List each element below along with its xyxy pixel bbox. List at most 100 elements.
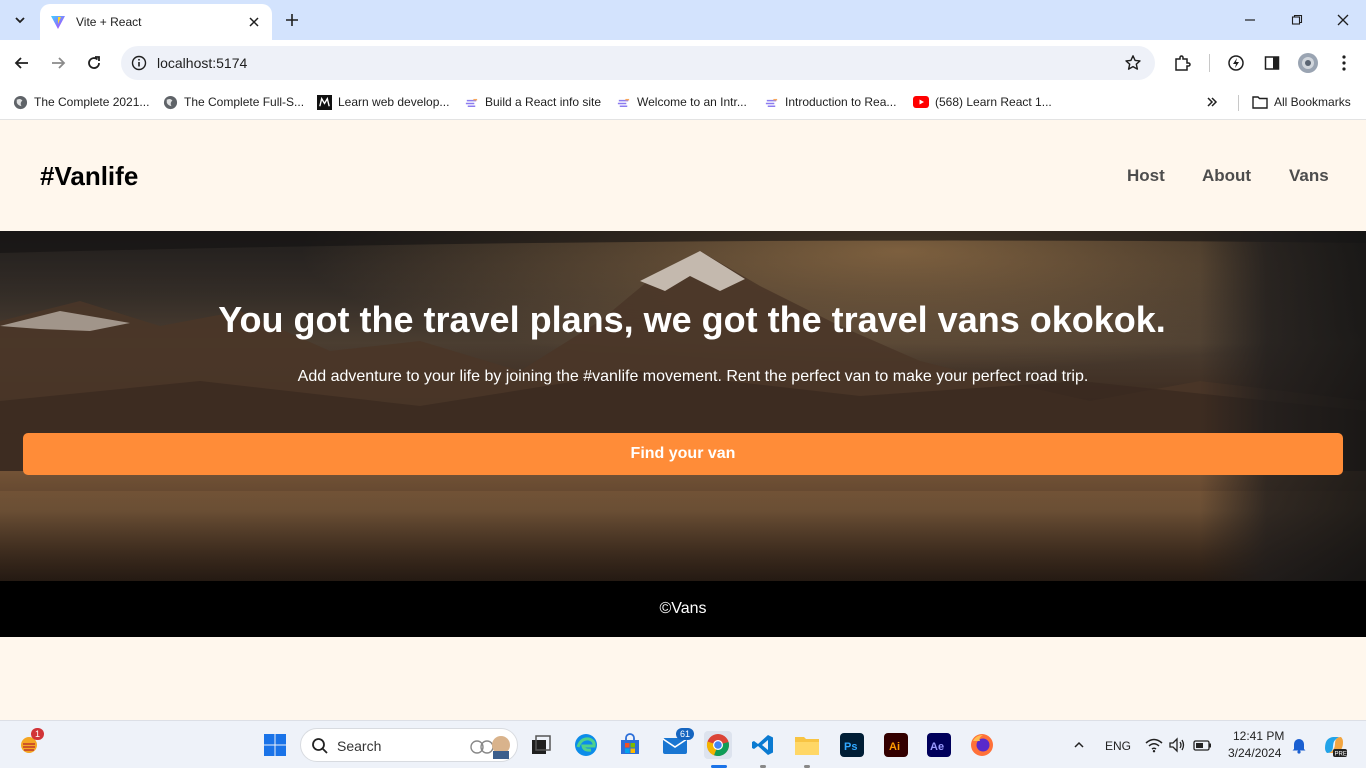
battery-icon	[1193, 740, 1211, 751]
scrimba-icon	[463, 94, 479, 110]
mail-count-badge: 61	[676, 728, 695, 740]
svg-text:PRE: PRE	[1335, 752, 1347, 758]
bell-icon	[1292, 739, 1306, 754]
chrome-app[interactable]	[704, 731, 732, 759]
globe-icon	[12, 94, 28, 110]
clock-time[interactable]: 12:41 PM	[1233, 729, 1284, 743]
side-panel-icon	[1264, 56, 1280, 70]
close-tab-icon[interactable]	[246, 14, 262, 30]
more-bookmarks-button[interactable]	[1204, 92, 1226, 112]
performance-button[interactable]	[1222, 49, 1250, 77]
tab-search-button[interactable]	[6, 7, 34, 33]
taskbar-search-box[interactable]: Search	[300, 728, 518, 762]
all-bookmarks-button[interactable]: All Bookmarks	[1252, 92, 1351, 112]
address-bar[interactable]: localhost:5174	[121, 46, 1155, 80]
minimize-button[interactable]	[1238, 8, 1262, 32]
menu-button[interactable]	[1330, 49, 1358, 77]
bookmark-item[interactable]: Build a React info site	[463, 92, 601, 112]
chevron-down-icon	[15, 17, 25, 24]
youtube-icon	[913, 94, 929, 110]
footer-text: ©Vans	[659, 600, 707, 617]
windows-logo-icon	[264, 734, 286, 756]
browser-tab[interactable]: Vite + React	[40, 4, 272, 40]
restore-button[interactable]	[1285, 8, 1309, 32]
bookmark-star-icon[interactable]	[1123, 53, 1143, 73]
all-bookmarks-label: All Bookmarks	[1274, 95, 1351, 109]
vscode-app[interactable]	[749, 731, 777, 759]
site-logo[interactable]: #Vanlife	[40, 161, 138, 192]
weather-notification-badge: 1	[31, 728, 45, 740]
task-view-button[interactable]	[527, 731, 555, 759]
close-window-button[interactable]	[1331, 8, 1355, 32]
bookmark-item[interactable]: The Complete 2021...	[12, 92, 149, 112]
close-icon	[1337, 14, 1349, 26]
forward-button[interactable]	[44, 49, 72, 77]
store-app[interactable]	[616, 731, 644, 759]
site-info-icon[interactable]	[129, 53, 149, 73]
bookmark-label: Welcome to an Intr...	[637, 95, 747, 109]
bookmark-item[interactable]: The Complete Full-S...	[162, 92, 304, 112]
nav-link-about[interactable]: About	[1202, 166, 1251, 186]
new-tab-button[interactable]	[280, 8, 304, 32]
plus-icon	[286, 14, 298, 26]
m-logo-icon	[316, 94, 332, 110]
more-vertical-icon	[1342, 55, 1346, 71]
search-icon	[312, 738, 328, 754]
bookmark-label: Learn web develop...	[338, 95, 450, 109]
bookmark-item[interactable]: (568) Learn React 1...	[913, 92, 1052, 112]
avatar-icon	[1298, 53, 1318, 73]
site-header: #Vanlife Host About Vans	[0, 121, 1366, 231]
language-indicator[interactable]: ENG	[1105, 739, 1131, 753]
after-effects-app[interactable]: Ae	[925, 731, 953, 759]
illustrator-app[interactable]: Ai	[882, 731, 910, 759]
nav-link-vans[interactable]: Vans	[1289, 166, 1329, 186]
side-panel-button[interactable]	[1258, 49, 1286, 77]
reload-button[interactable]	[80, 49, 108, 77]
restore-icon	[1291, 14, 1303, 25]
extensions-button[interactable]	[1168, 49, 1196, 77]
clock-date[interactable]: 3/24/2024	[1228, 746, 1281, 760]
arrow-right-icon	[52, 57, 66, 69]
chevron-up-icon	[1074, 741, 1084, 748]
vscode-icon	[752, 735, 773, 755]
search-highlight-icon	[470, 736, 510, 759]
nav-link-host[interactable]: Host	[1127, 166, 1165, 186]
site-footer: ©Vans	[0, 581, 1366, 637]
browser-toolbar: localhost:5174	[0, 40, 1366, 86]
bookmark-label: Introduction to Rea...	[785, 95, 897, 109]
profile-button[interactable]	[1294, 49, 1322, 77]
edge-app[interactable]	[572, 731, 600, 759]
bookmark-item[interactable]: Introduction to Rea...	[763, 92, 896, 112]
browser-tab-strip: Vite + React	[0, 0, 1366, 40]
photoshop-icon: Ps	[840, 733, 864, 757]
bookmark-label: (568) Learn React 1...	[935, 95, 1052, 109]
start-button[interactable]	[261, 731, 289, 759]
firefox-icon	[971, 734, 993, 756]
find-your-van-button[interactable]: Find your van	[23, 433, 1343, 475]
show-hidden-icons-button[interactable]	[1065, 731, 1093, 759]
back-button[interactable]	[8, 49, 36, 77]
battery-button[interactable]	[1189, 731, 1217, 759]
firefox-app[interactable]	[968, 731, 996, 759]
wifi-icon	[1145, 738, 1163, 753]
hero-lake-overlay	[0, 471, 1366, 581]
bookmark-item[interactable]: Learn web develop...	[316, 92, 449, 112]
folder-icon	[795, 737, 819, 755]
scrimba-icon	[763, 94, 779, 110]
lightning-icon	[1228, 55, 1244, 71]
notifications-button[interactable]	[1285, 731, 1313, 759]
chrome-icon	[706, 734, 729, 757]
search-label: Search	[337, 738, 382, 754]
after-effects-icon: Ae	[927, 733, 951, 757]
bookmark-item[interactable]: Welcome to an Intr...	[615, 92, 747, 112]
folder-icon	[1252, 94, 1268, 110]
file-explorer-app[interactable]	[793, 731, 821, 759]
illustrator-icon: Ai	[884, 733, 908, 757]
toolbar-divider	[1209, 54, 1210, 72]
puzzle-icon	[1175, 55, 1191, 71]
url-text[interactable]: localhost:5174	[157, 55, 247, 71]
photoshop-app[interactable]: Ps	[838, 731, 866, 759]
volume-button[interactable]	[1163, 731, 1191, 759]
copilot-button[interactable]: PRE	[1320, 731, 1348, 759]
globe-icon	[162, 94, 178, 110]
